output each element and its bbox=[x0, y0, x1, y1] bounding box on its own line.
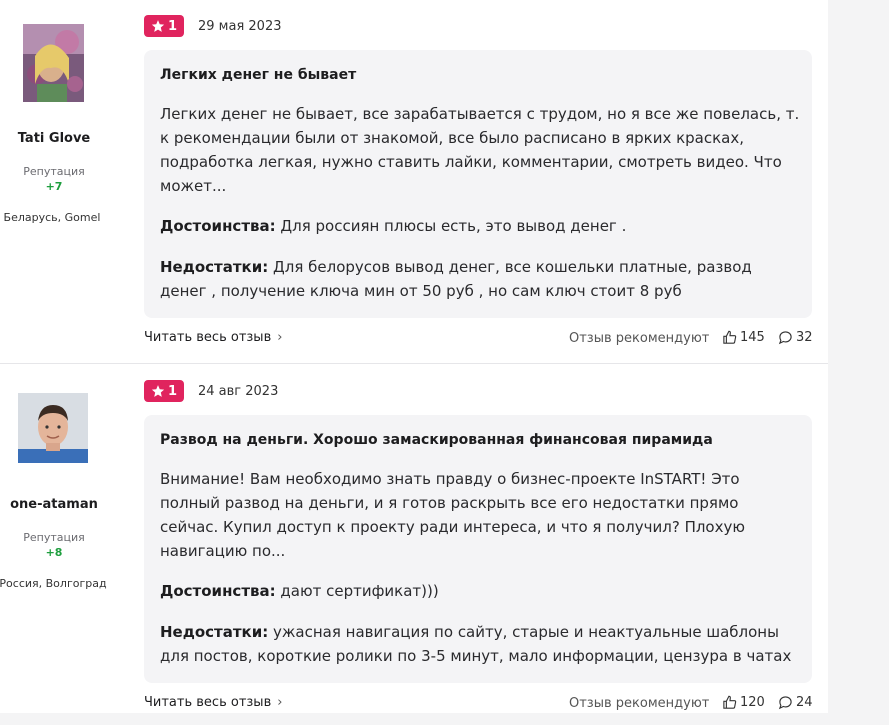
rating-value: 1 bbox=[167, 18, 178, 34]
author-name[interactable]: Tati Glove bbox=[0, 131, 108, 146]
review-item: one-ataman Репутация +8 Россия, Волгогра… bbox=[0, 365, 828, 725]
rating-badge: 1 bbox=[144, 15, 184, 37]
review-divider bbox=[0, 363, 828, 364]
read-more-label: Читать весь отзыв bbox=[144, 695, 272, 710]
like-button[interactable]: 120 bbox=[722, 695, 765, 710]
comment-count: 24 bbox=[796, 695, 813, 710]
review-pros: Достоинства: дают сертификат))) bbox=[160, 579, 800, 603]
star-icon bbox=[151, 385, 165, 397]
pros-label: Достоинства: bbox=[160, 217, 276, 235]
review-cons: Недостатки: Для белорусов вывод денег, в… bbox=[160, 255, 800, 303]
review-card: Развод на деньги. Хорошо замаскированная… bbox=[144, 415, 812, 683]
reputation-label: Репутация bbox=[23, 531, 85, 544]
read-full-review-link[interactable]: Читать весь отзыв › bbox=[144, 330, 282, 345]
recommend-label: Отзыв рекомендуют bbox=[569, 331, 710, 346]
rating-value: 1 bbox=[167, 383, 178, 399]
review-cons: Недостатки: ужасная навигация по сайту, … bbox=[160, 620, 800, 668]
review-date: 24 авг 2023 bbox=[198, 384, 279, 399]
review-text: Внимание! Вам необходимо знать правду о … bbox=[160, 470, 745, 560]
thumb-up-icon bbox=[723, 695, 737, 709]
author-name[interactable]: one-ataman bbox=[0, 497, 108, 512]
like-button[interactable]: 145 bbox=[722, 330, 765, 345]
comment-count: 32 bbox=[796, 330, 813, 345]
rating-badge: 1 bbox=[144, 380, 184, 402]
like-count: 120 bbox=[740, 695, 765, 710]
reviews-page: Tati Glove Репутация +7 Беларусь, Gomel … bbox=[0, 0, 828, 713]
review-pros: Достоинства: Для россиян плюсы есть, это… bbox=[160, 214, 800, 238]
author-location: Россия, Волгоград bbox=[0, 577, 107, 590]
star-icon bbox=[151, 20, 165, 32]
author-location: Беларусь, Gomel bbox=[3, 211, 101, 224]
reputation-value: +7 bbox=[45, 180, 63, 193]
pros-text: дают сертификат))) bbox=[280, 582, 439, 600]
review-item: Tati Glove Репутация +7 Беларусь, Gomel … bbox=[0, 0, 828, 363]
reputation-label: Репутация bbox=[23, 165, 85, 178]
pros-text: Для россиян плюсы есть, это вывод денег … bbox=[280, 217, 627, 235]
avatar[interactable] bbox=[18, 393, 88, 463]
pros-label: Достоинства: bbox=[160, 582, 276, 600]
thumb-up-icon bbox=[723, 330, 737, 344]
review-text: Легких денег не бывает, все зарабатывает… bbox=[160, 105, 800, 195]
chevron-right-icon: › bbox=[277, 330, 283, 345]
chevron-right-icon: › bbox=[277, 695, 283, 710]
avatar[interactable] bbox=[23, 24, 84, 102]
reputation-value: +8 bbox=[45, 546, 63, 559]
cons-label: Недостатки: bbox=[160, 258, 269, 276]
read-more-label: Читать весь отзыв bbox=[144, 330, 272, 345]
comment-icon bbox=[778, 331, 792, 345]
comments-button[interactable]: 32 bbox=[778, 330, 813, 345]
review-title[interactable]: Легких денег не бывает bbox=[160, 67, 356, 83]
like-count: 145 bbox=[740, 330, 765, 345]
read-full-review-link[interactable]: Читать весь отзыв › bbox=[144, 695, 282, 710]
review-date: 29 мая 2023 bbox=[198, 19, 282, 34]
comment-icon bbox=[778, 696, 792, 710]
recommend-label: Отзыв рекомендуют bbox=[569, 696, 710, 711]
comments-button[interactable]: 24 bbox=[778, 695, 813, 710]
cons-label: Недостатки: bbox=[160, 623, 269, 641]
review-card: Легких денег не бывает Легких денег не б… bbox=[144, 50, 812, 318]
review-title[interactable]: Развод на деньги. Хорошо замаскированная… bbox=[160, 432, 713, 448]
